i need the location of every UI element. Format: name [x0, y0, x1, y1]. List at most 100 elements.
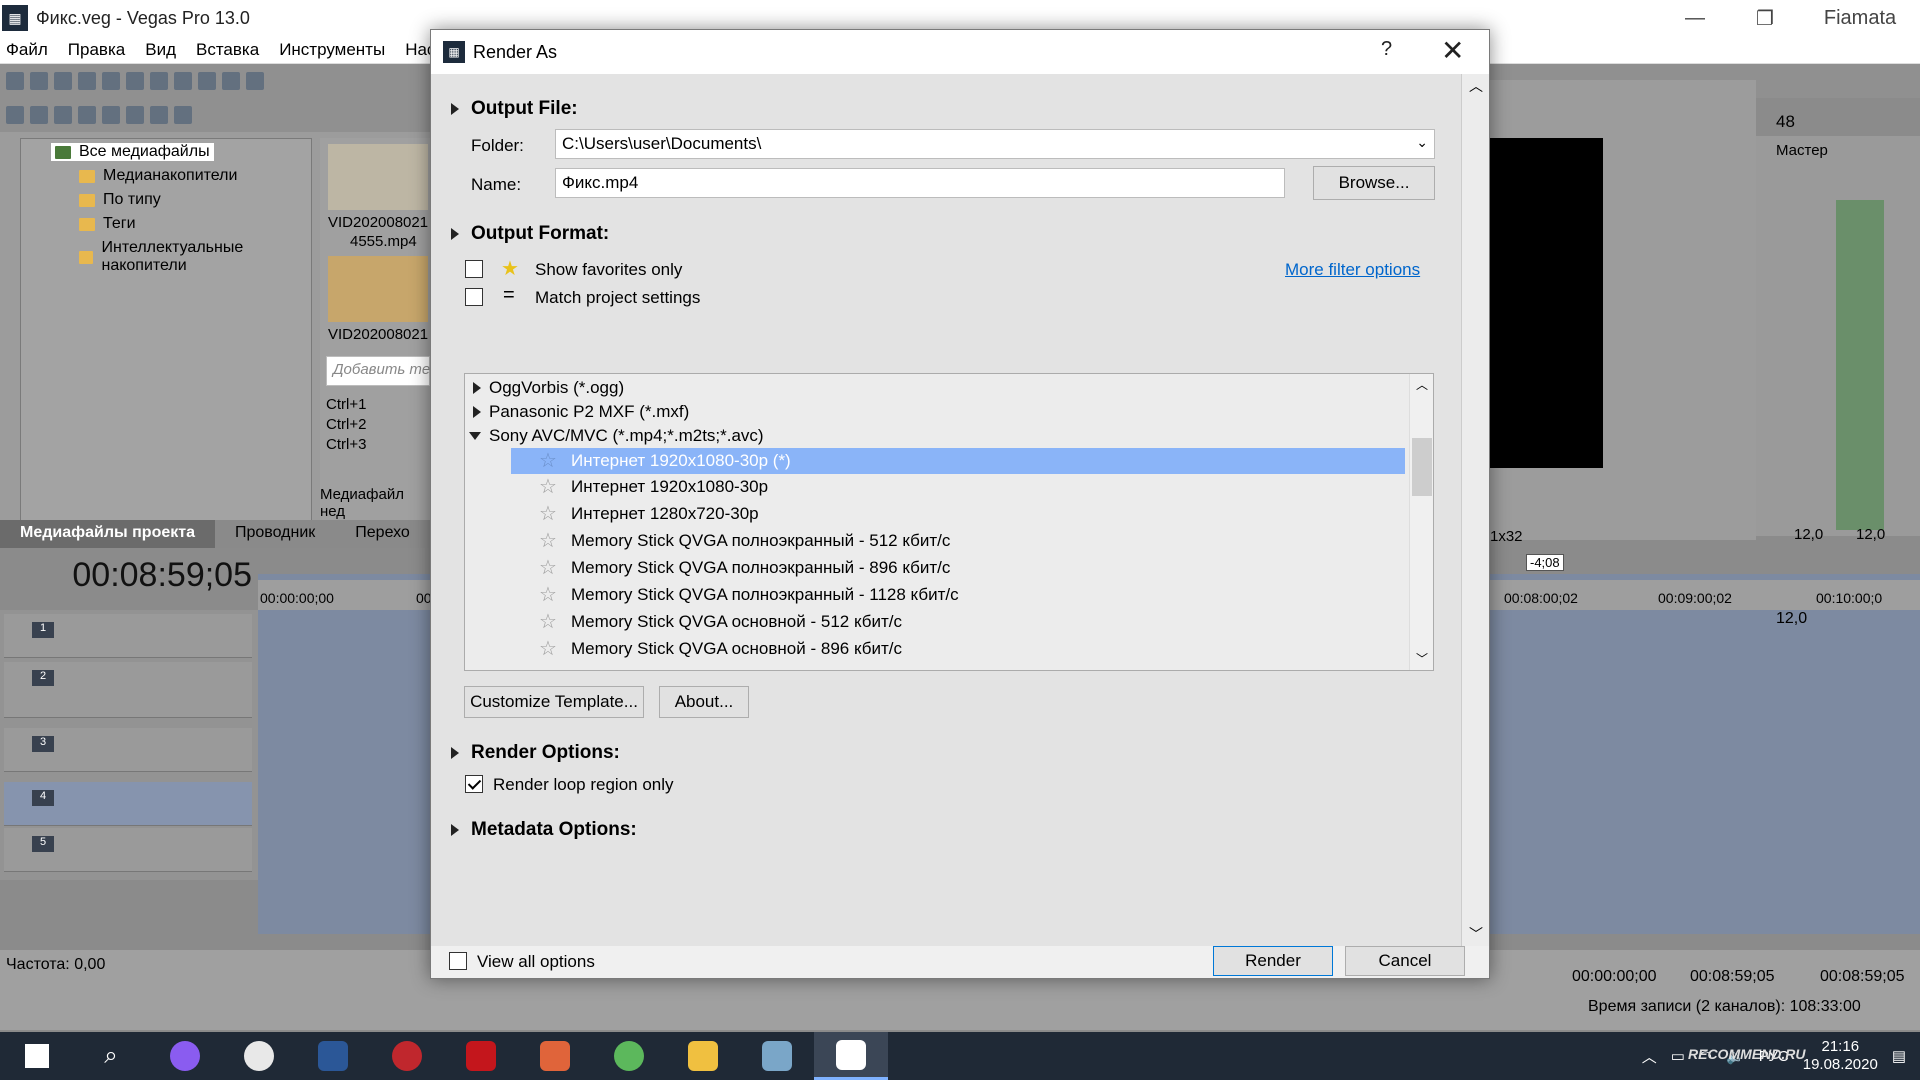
- template-row-selected[interactable]: ☆ Интернет 1920x1080-30p (*): [511, 448, 1405, 474]
- format-row[interactable]: Sony AVC/MVC (*.mp4;*.m2ts;*.avc): [469, 424, 1409, 448]
- properties-icon[interactable]: [126, 72, 144, 90]
- paste-icon[interactable]: [198, 72, 216, 90]
- dialog-scrollbar[interactable]: ︿ ﹀: [1461, 74, 1489, 946]
- format-list-scrollbar[interactable]: ︿ ﹀: [1409, 374, 1433, 670]
- tag-input[interactable]: Добавить те: [326, 356, 430, 386]
- delete-icon[interactable]: [78, 106, 96, 124]
- show-favorites-checkbox[interactable]: [465, 260, 483, 278]
- refresh-icon[interactable]: [54, 106, 72, 124]
- search-button[interactable]: ⌕: [74, 1032, 148, 1080]
- more-filter-options-link[interactable]: More filter options: [1285, 260, 1420, 280]
- about-button[interactable]: About...: [659, 686, 749, 718]
- copy-icon[interactable]: [174, 72, 192, 90]
- track-header[interactable]: 4: [4, 782, 252, 826]
- redo-icon[interactable]: [246, 72, 264, 90]
- template-row[interactable]: ☆ Memory Stick QVGA полноэкранный - 512 …: [511, 529, 1433, 553]
- save-as-icon[interactable]: [78, 72, 96, 90]
- taskbar-app[interactable]: [370, 1032, 444, 1080]
- tree-item-smart-bins[interactable]: Интеллектуальные накопители: [79, 239, 311, 275]
- template-row[interactable]: ☆ Memory Stick QVGA основной - 512 кбит/…: [511, 610, 1433, 634]
- scroll-up-icon[interactable]: ︿: [1469, 76, 1483, 96]
- taskbar-app[interactable]: [148, 1032, 222, 1080]
- menu-insert[interactable]: Вставка: [196, 40, 259, 60]
- taskbar-app[interactable]: [740, 1032, 814, 1080]
- browse-button[interactable]: Browse...: [1313, 166, 1435, 200]
- match-project-checkbox[interactable]: [465, 288, 483, 306]
- render-loop-checkbox[interactable]: [465, 775, 483, 793]
- battery-icon[interactable]: ▭: [1671, 1047, 1685, 1065]
- start-button[interactable]: [0, 1032, 74, 1080]
- template-row[interactable]: ☆ Memory Stick QVGA основной - 896 кбит/…: [511, 637, 1433, 661]
- template-row[interactable]: ☆ Memory Stick QVGA полноэкранный - 896 …: [511, 556, 1433, 580]
- menu-edit[interactable]: Правка: [68, 40, 125, 60]
- star-outline-icon[interactable]: ☆: [539, 639, 559, 659]
- folder-field[interactable]: C:\Users\user\Documents\ ⌄: [555, 129, 1435, 159]
- taskbar-app[interactable]: [296, 1032, 370, 1080]
- tree-item-all-media[interactable]: Все медиафайлы: [51, 143, 214, 161]
- section-render-options[interactable]: Render Options:: [451, 742, 620, 764]
- star-outline-icon[interactable]: ☆: [539, 451, 559, 471]
- collapse-arrow-icon[interactable]: [469, 432, 481, 440]
- import-icon[interactable]: [6, 106, 24, 124]
- taskbar-app[interactable]: [444, 1032, 518, 1080]
- star-outline-icon[interactable]: ☆: [539, 585, 559, 605]
- tree-item-tags[interactable]: Теги: [79, 215, 136, 233]
- track-header[interactable]: 3: [4, 728, 252, 772]
- help-button[interactable]: ?: [1381, 38, 1392, 61]
- view-all-options-checkbox[interactable]: [449, 952, 467, 970]
- menu-file[interactable]: Файл: [6, 40, 48, 60]
- format-row[interactable]: OggVorbis (*.ogg): [473, 376, 1413, 400]
- expand-arrow-icon[interactable]: [473, 406, 481, 418]
- media-thumbnail[interactable]: [328, 144, 428, 210]
- file-name-input[interactable]: Фикс.mp4: [555, 168, 1285, 198]
- save-icon[interactable]: [54, 72, 72, 90]
- section-output-file[interactable]: Output File:: [451, 98, 578, 120]
- customize-template-button[interactable]: Customize Template...: [464, 686, 644, 718]
- taskbar-app[interactable]: [222, 1032, 296, 1080]
- star-outline-icon[interactable]: ☆: [539, 531, 559, 551]
- render-button[interactable]: Render: [1213, 946, 1333, 976]
- tree-item-by-type[interactable]: По типу: [79, 191, 161, 209]
- taskbar-app[interactable]: [666, 1032, 740, 1080]
- track-header[interactable]: 2: [4, 662, 252, 718]
- clock[interactable]: 21:16 19.08.2020: [1803, 1038, 1878, 1074]
- section-metadata-options[interactable]: Metadata Options:: [451, 819, 637, 841]
- tab-explorer[interactable]: Проводник: [215, 520, 335, 548]
- cut-icon[interactable]: [150, 72, 168, 90]
- play-icon[interactable]: [102, 106, 120, 124]
- chevron-up-icon[interactable]: ︿: [1642, 1046, 1657, 1067]
- media-thumbnail[interactable]: [328, 256, 428, 322]
- format-row[interactable]: Panasonic P2 MXF (*.mxf): [473, 400, 1413, 424]
- view-icon[interactable]: [150, 106, 168, 124]
- star-outline-icon[interactable]: ☆: [539, 477, 559, 497]
- tab-transitions[interactable]: Перехо: [335, 520, 430, 548]
- scroll-up-icon[interactable]: ︿: [1416, 376, 1428, 393]
- open-icon[interactable]: [30, 72, 48, 90]
- maximize-icon[interactable]: ❐: [1730, 6, 1800, 31]
- menu-tools[interactable]: Инструменты: [279, 40, 385, 60]
- tree-item-media-bins[interactable]: Медианакопители: [79, 167, 237, 185]
- template-row[interactable]: ☆ Интернет 1920x1080-30p: [511, 475, 1433, 499]
- tab-project-media[interactable]: Медиафайлы проекта: [0, 520, 215, 548]
- undo-icon[interactable]: [222, 72, 240, 90]
- star-outline-icon[interactable]: ☆: [539, 612, 559, 632]
- star-outline-icon[interactable]: ☆: [539, 504, 559, 524]
- chevron-down-icon[interactable]: ⌄: [1416, 134, 1428, 151]
- new-icon[interactable]: [6, 72, 24, 90]
- taskbar-app[interactable]: [592, 1032, 666, 1080]
- zoom-icon[interactable]: [174, 106, 192, 124]
- taskbar-app[interactable]: [518, 1032, 592, 1080]
- track-header[interactable]: 5: [4, 828, 252, 872]
- scroll-down-icon[interactable]: ﹀: [1416, 650, 1428, 667]
- menu-view[interactable]: Вид: [145, 40, 176, 60]
- section-output-format[interactable]: Output Format:: [451, 223, 609, 245]
- template-row[interactable]: ☆ Memory Stick QVGA полноэкранный - 1128…: [511, 583, 1433, 607]
- template-row[interactable]: ☆ Интернет 1280x720-30p: [511, 502, 1433, 526]
- stop-icon[interactable]: [126, 106, 144, 124]
- format-list[interactable]: OggVorbis (*.ogg) Panasonic P2 MXF (*.mx…: [464, 373, 1434, 671]
- scrollbar-thumb[interactable]: [1412, 438, 1432, 496]
- scroll-down-icon[interactable]: ﹀: [1469, 924, 1483, 944]
- track-header[interactable]: 1: [4, 614, 252, 658]
- capture-icon[interactable]: [30, 106, 48, 124]
- render-icon[interactable]: [102, 72, 120, 90]
